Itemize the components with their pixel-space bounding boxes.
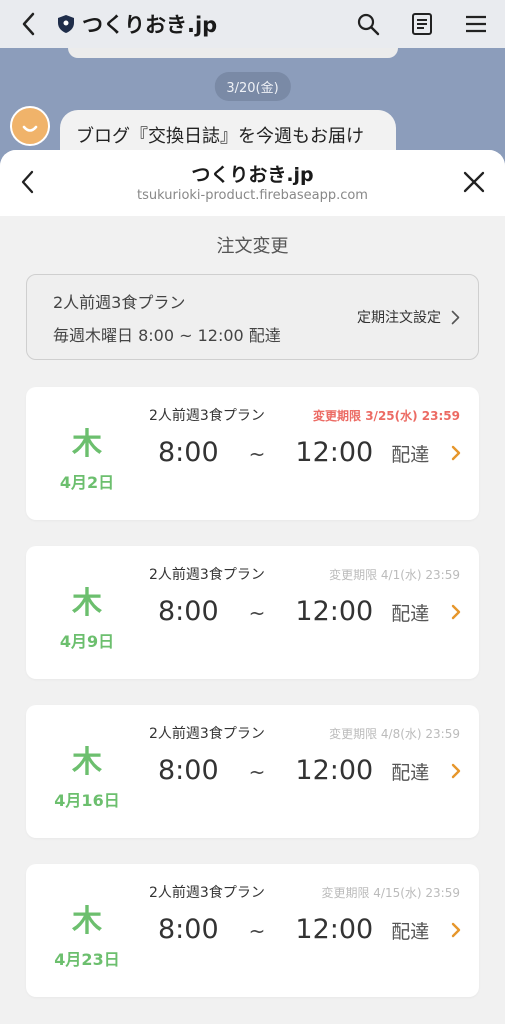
- delivery-card[interactable]: 木 4月23日 2人前週3食プラン 変更期限 4/15(水) 23:59 8:0…: [26, 864, 479, 997]
- regular-order-settings-link[interactable]: 定期注文設定: [357, 307, 460, 327]
- time-separator: ~: [248, 601, 266, 625]
- card-plan-name: 2人前週3食プラン: [149, 567, 265, 583]
- regular-order-settings-label: 定期注文設定: [357, 310, 441, 326]
- delivery-label: 配達: [391, 762, 430, 784]
- card-plan-name: 2人前週3食プラン: [149, 885, 265, 901]
- time-end: 12:00: [295, 437, 374, 468]
- change-deadline: 変更期限 4/1(水) 23:59: [329, 568, 460, 582]
- delivery-time-row: 8:00 ~ 12:00 配達: [158, 914, 429, 945]
- time-end: 12:00: [295, 755, 374, 786]
- card-plan-name: 2人前週3食プラン: [149, 408, 265, 424]
- delivery-time-row: 8:00 ~ 12:00 配達: [158, 755, 429, 786]
- delivery-label: 配達: [391, 921, 430, 943]
- chat-header: つくりおき.jp: [0, 0, 505, 48]
- chat-title: つくりおき.jp: [82, 13, 218, 37]
- weekday-label: 木: [72, 904, 102, 939]
- close-icon[interactable]: [461, 169, 487, 195]
- time-separator: ~: [248, 442, 266, 466]
- avatar[interactable]: [10, 106, 50, 146]
- weekday-label: 木: [72, 586, 102, 621]
- chevron-right-icon: [451, 310, 460, 325]
- delivery-label: 配達: [391, 603, 430, 625]
- card-plan-name: 2人前週3食プラン: [149, 726, 265, 742]
- delivery-date: 4月2日: [59, 473, 115, 492]
- sheet-title: つくりおき.jp: [191, 164, 314, 186]
- chevron-right-icon[interactable]: [449, 761, 463, 781]
- delivery-date: 4月16日: [54, 791, 120, 810]
- time-end: 12:00: [295, 596, 374, 627]
- page-title: 注文変更: [216, 236, 289, 257]
- weekday-label: 木: [72, 745, 102, 780]
- sheet-header: つくりおき.jp tsukurioki-product.firebaseapp.…: [0, 150, 505, 216]
- delivery-time-row: 8:00 ~ 12:00 配達: [158, 437, 429, 468]
- order-change-sheet: つくりおき.jp tsukurioki-product.firebaseapp.…: [0, 150, 505, 1024]
- change-deadline: 変更期限 4/15(水) 23:59: [321, 886, 460, 900]
- delivery-card[interactable]: 木 4月16日 2人前週3食プラン 変更期限 4/8(水) 23:59 8:00…: [26, 705, 479, 838]
- chevron-right-icon[interactable]: [449, 602, 463, 622]
- sheet-url: tsukurioki-product.firebaseapp.com: [137, 188, 368, 203]
- time-start: 8:00: [158, 914, 219, 945]
- hamburger-menu-icon[interactable]: [461, 9, 491, 39]
- time-start: 8:00: [158, 437, 219, 468]
- time-end: 12:00: [295, 914, 374, 945]
- change-deadline: 変更期限 3/25(水) 23:59: [313, 409, 460, 423]
- delivery-label: 配達: [391, 444, 430, 466]
- time-start: 8:00: [158, 755, 219, 786]
- weekday-label: 木: [72, 427, 102, 462]
- time-start: 8:00: [158, 596, 219, 627]
- previous-message-bubble: [68, 48, 398, 58]
- delivery-card[interactable]: 木 4月9日 2人前週3食プラン 変更期限 4/1(水) 23:59 8:00 …: [26, 546, 479, 679]
- search-icon[interactable]: [353, 9, 383, 39]
- delivery-date: 4月9日: [59, 632, 115, 651]
- delivery-date: 4月23日: [54, 950, 120, 969]
- time-separator: ~: [248, 919, 266, 943]
- back-icon[interactable]: [14, 10, 42, 38]
- delivery-card[interactable]: 木 4月2日 2人前週3食プラン 変更期限 3/25(水) 23:59 8:00…: [26, 387, 479, 520]
- time-separator: ~: [248, 760, 266, 784]
- chevron-right-icon[interactable]: [449, 443, 463, 463]
- change-deadline: 変更期限 4/8(水) 23:59: [329, 727, 460, 741]
- delivery-time-row: 8:00 ~ 12:00 配達: [158, 596, 429, 627]
- plan-summary-box[interactable]: 2人前週3食プラン 毎週木曜日 8:00 ~ 12:00 配達 定期注文設定: [26, 274, 479, 360]
- date-separator: 3/20(金): [214, 72, 291, 101]
- note-icon[interactable]: [407, 9, 437, 39]
- shield-icon: [56, 13, 76, 35]
- chevron-right-icon[interactable]: [449, 920, 463, 940]
